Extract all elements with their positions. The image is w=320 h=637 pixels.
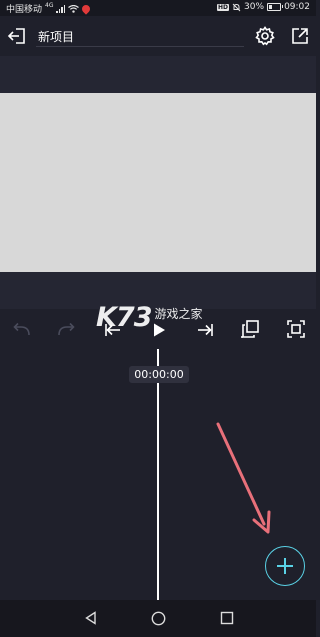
status-bar: 中国移动 4G HD 30% 09:02 <box>0 0 316 16</box>
title-underline <box>36 46 244 47</box>
battery-fill <box>269 5 273 9</box>
annotation-arrow <box>216 422 271 534</box>
redo-icon[interactable] <box>56 322 76 338</box>
watermark-brand: K73 <box>96 301 152 333</box>
hd-badge: HD <box>217 3 230 11</box>
nav-home-icon[interactable] <box>151 611 166 626</box>
watermark: K73 游戏之家 <box>96 301 203 333</box>
network-type: 4G <box>45 2 54 9</box>
status-right: HD 30% 09:02 <box>217 2 310 12</box>
battery-percent: 30% <box>244 2 265 12</box>
clock: 09:02 <box>284 2 310 12</box>
add-media-button[interactable] <box>265 546 305 586</box>
export-icon[interactable] <box>291 27 309 45</box>
nav-back-icon[interactable] <box>84 611 98 625</box>
project-title-field[interactable]: 新项目 <box>38 28 74 45</box>
playhead[interactable] <box>157 349 159 600</box>
wifi-icon <box>68 4 80 13</box>
plus-icon <box>277 558 293 574</box>
preview-letterbox-top <box>0 56 316 93</box>
carrier-name: 中国移动 <box>6 5 43 15</box>
mute-bell-icon <box>232 3 241 11</box>
fullscreen-icon[interactable] <box>286 319 306 339</box>
duplicate-icon[interactable] <box>240 319 260 339</box>
exit-icon[interactable] <box>7 27 27 45</box>
location-icon <box>80 2 93 15</box>
battery-icon <box>267 3 284 11</box>
watermark-text: 游戏之家 <box>154 306 203 321</box>
gear-icon[interactable] <box>255 26 275 46</box>
status-left: 中国移动 4G <box>6 2 93 15</box>
timecode-label: 00:00:00 <box>129 366 189 383</box>
nav-recents-icon[interactable] <box>220 611 234 625</box>
signal-icon <box>56 4 66 13</box>
undo-icon[interactable] <box>12 322 32 338</box>
video-preview-canvas[interactable] <box>0 93 316 272</box>
